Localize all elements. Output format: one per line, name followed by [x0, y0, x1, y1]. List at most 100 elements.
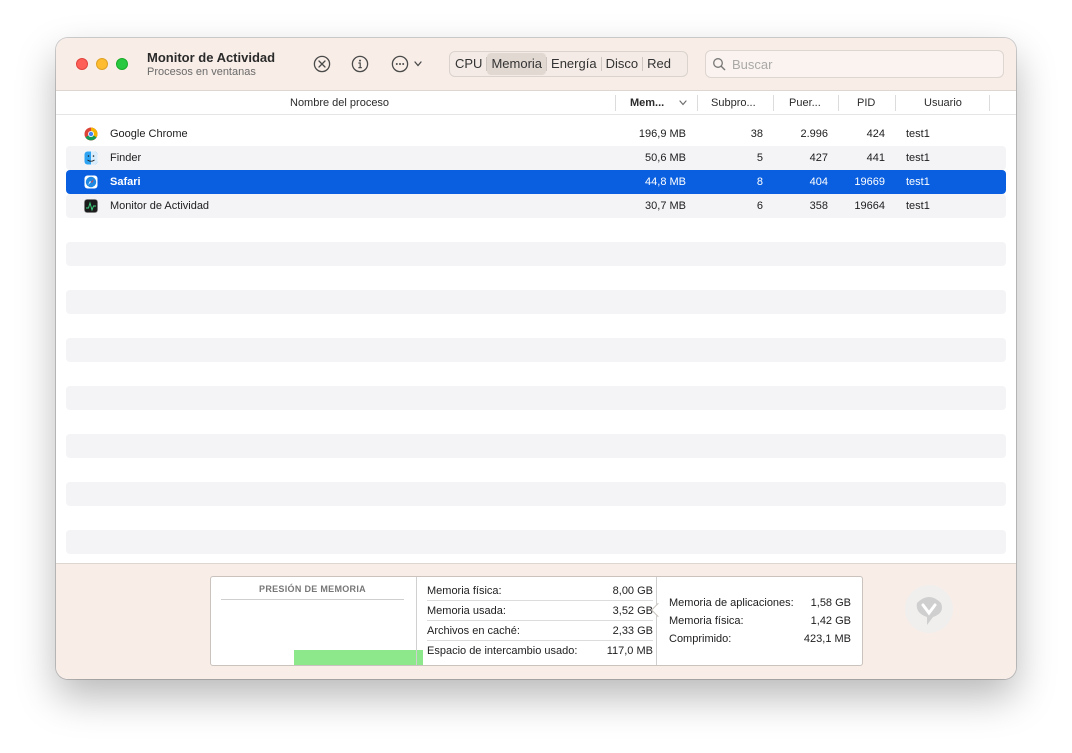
info-circle-icon[interactable] — [351, 55, 369, 73]
stat-used-memory: Memoria usada: 3,52 GB — [427, 601, 653, 621]
pid-value: 19669 — [854, 176, 885, 188]
empty-row-stripe — [66, 338, 1006, 362]
breakdown-label: Memoria física: — [669, 615, 744, 627]
table-row-selected[interactable]: Safari 44,8 MB 8 404 19669 test1 — [66, 170, 1006, 194]
activity-monitor-icon — [84, 199, 98, 213]
process-table: Google Chrome 196,9 MB 38 2.996 424 test… — [66, 122, 1006, 557]
table-row[interactable]: Monitor de Actividad 30,7 MB 6 358 19664… — [66, 194, 1006, 218]
tab-disco[interactable]: Disco — [602, 53, 643, 75]
column-divider[interactable] — [615, 95, 616, 111]
tab-energia[interactable]: Energía — [547, 53, 601, 75]
sort-descending-icon — [678, 96, 688, 110]
x-circle-icon[interactable] — [313, 55, 331, 73]
empty-row-stripe — [66, 386, 1006, 410]
memory-pressure-bar — [294, 650, 423, 665]
memory-summary-panel: PRESIÓN DE MEMORIA Memoria física: 8,00 … — [210, 576, 863, 666]
ports-value: 404 — [809, 176, 828, 188]
tab-red[interactable]: Red — [643, 53, 675, 75]
column-header-name[interactable]: Nombre del proceso — [290, 91, 389, 115]
threads-value: 5 — [756, 152, 763, 164]
stat-value: 8,00 GB — [612, 585, 653, 597]
stat-label: Archivos en caché: — [427, 625, 520, 637]
stat-value: 2,33 GB — [612, 625, 653, 637]
chevron-down-icon — [413, 57, 423, 71]
empty-row-stripe — [66, 290, 1006, 314]
view-tabs: CPU Memoria Energía Disco Red — [449, 51, 688, 77]
stat-label: Memoria usada: — [427, 605, 506, 617]
process-name: Google Chrome — [110, 128, 188, 140]
ports-value: 427 — [809, 152, 828, 164]
memory-value: 30,7 MB — [645, 200, 686, 212]
user-value: test1 — [906, 176, 930, 188]
breakdown-value: 1,42 GB — [810, 615, 851, 627]
table-row[interactable]: Google Chrome 196,9 MB 38 2.996 424 test… — [66, 122, 1006, 146]
stat-label: Memoria física: — [427, 585, 502, 597]
breakdown-label: Comprimido: — [669, 633, 732, 645]
stat-value: 117,0 MB — [606, 645, 653, 657]
callout-pointer — [650, 602, 666, 618]
column-divider[interactable] — [989, 95, 990, 111]
stat-physical-memory: Memoria física: 8,00 GB — [427, 581, 653, 601]
column-header-pid[interactable]: PID — [857, 91, 875, 115]
threads-value: 6 — [756, 200, 763, 212]
memory-pressure-graph — [221, 603, 423, 665]
process-name: Finder — [110, 152, 142, 164]
threads-value: 38 — [750, 128, 763, 140]
user-value: test1 — [906, 128, 930, 140]
tab-cpu[interactable]: CPU — [451, 53, 486, 75]
search-field[interactable] — [705, 50, 1004, 78]
column-divider[interactable] — [773, 95, 774, 111]
memory-value: 50,6 MB — [645, 152, 686, 164]
memory-value: 196,9 MB — [638, 128, 686, 140]
column-divider[interactable] — [697, 95, 698, 111]
tab-memoria[interactable]: Memoria — [487, 53, 547, 75]
window-minimize-button[interactable] — [96, 58, 108, 70]
ports-value: 2.996 — [800, 128, 828, 140]
column-header-threads[interactable]: Subpro... — [711, 91, 756, 115]
search-input[interactable] — [732, 54, 992, 74]
empty-row-stripe — [66, 434, 1006, 458]
stat-swap-used: Espacio de intercambio usado: 117,0 MB — [427, 641, 653, 661]
breakdown-value: 1,58 GB — [810, 597, 851, 609]
window-title: Monitor de Actividad — [147, 50, 276, 65]
divider — [221, 599, 404, 600]
toolbar: Monitor de Actividad Procesos en ventana… — [56, 38, 1016, 91]
stat-cached-files: Archivos en caché: 2,33 GB — [427, 621, 653, 641]
breakdown-compressed: Comprimido: 423,1 MB — [669, 630, 851, 648]
window-zoom-button[interactable] — [116, 58, 128, 70]
breakdown-value: 423,1 MB — [803, 633, 851, 645]
stat-value: 3,52 GB — [612, 605, 653, 617]
pid-value: 19664 — [854, 200, 885, 212]
window-close-button[interactable] — [76, 58, 88, 70]
memory-pressure-title: PRESIÓN DE MEMORIA — [259, 584, 366, 594]
user-value: test1 — [906, 152, 930, 164]
memory-value: 44,8 MB — [645, 176, 686, 188]
table-header: Nombre del proceso Mem... Subpro... Puer… — [56, 91, 1016, 115]
divider — [416, 577, 417, 665]
window-subtitle: Procesos en ventanas — [147, 66, 256, 78]
empty-row-stripe — [66, 530, 1006, 554]
table-row[interactable]: Finder 50,6 MB 5 427 441 test1 — [66, 146, 1006, 170]
ports-value: 358 — [809, 200, 828, 212]
stat-label: Espacio de intercambio usado: — [427, 645, 578, 657]
column-header-user[interactable]: Usuario — [924, 91, 962, 115]
more-actions-button[interactable] — [391, 55, 427, 73]
process-name: Monitor de Actividad — [110, 200, 210, 212]
user-value: test1 — [906, 200, 930, 212]
safari-icon — [84, 175, 98, 189]
memory-summary-footer: PRESIÓN DE MEMORIA Memoria física: 8,00 … — [56, 563, 1016, 679]
activity-monitor-window: Monitor de Actividad Procesos en ventana… — [56, 38, 1016, 679]
search-icon — [712, 57, 726, 71]
column-divider[interactable] — [838, 95, 839, 111]
column-header-ports[interactable]: Puer... — [789, 91, 821, 115]
finder-icon — [84, 151, 98, 165]
threads-value: 8 — [756, 176, 763, 188]
watermark-logo — [903, 583, 955, 635]
empty-row-stripe — [66, 482, 1006, 506]
pid-value: 424 — [866, 128, 885, 140]
divider — [656, 577, 657, 665]
column-header-memory[interactable]: Mem... — [630, 91, 664, 115]
column-divider[interactable] — [895, 95, 896, 111]
breakdown-label: Memoria de aplicaciones: — [669, 597, 794, 609]
ellipsis-circle-icon — [391, 55, 409, 73]
